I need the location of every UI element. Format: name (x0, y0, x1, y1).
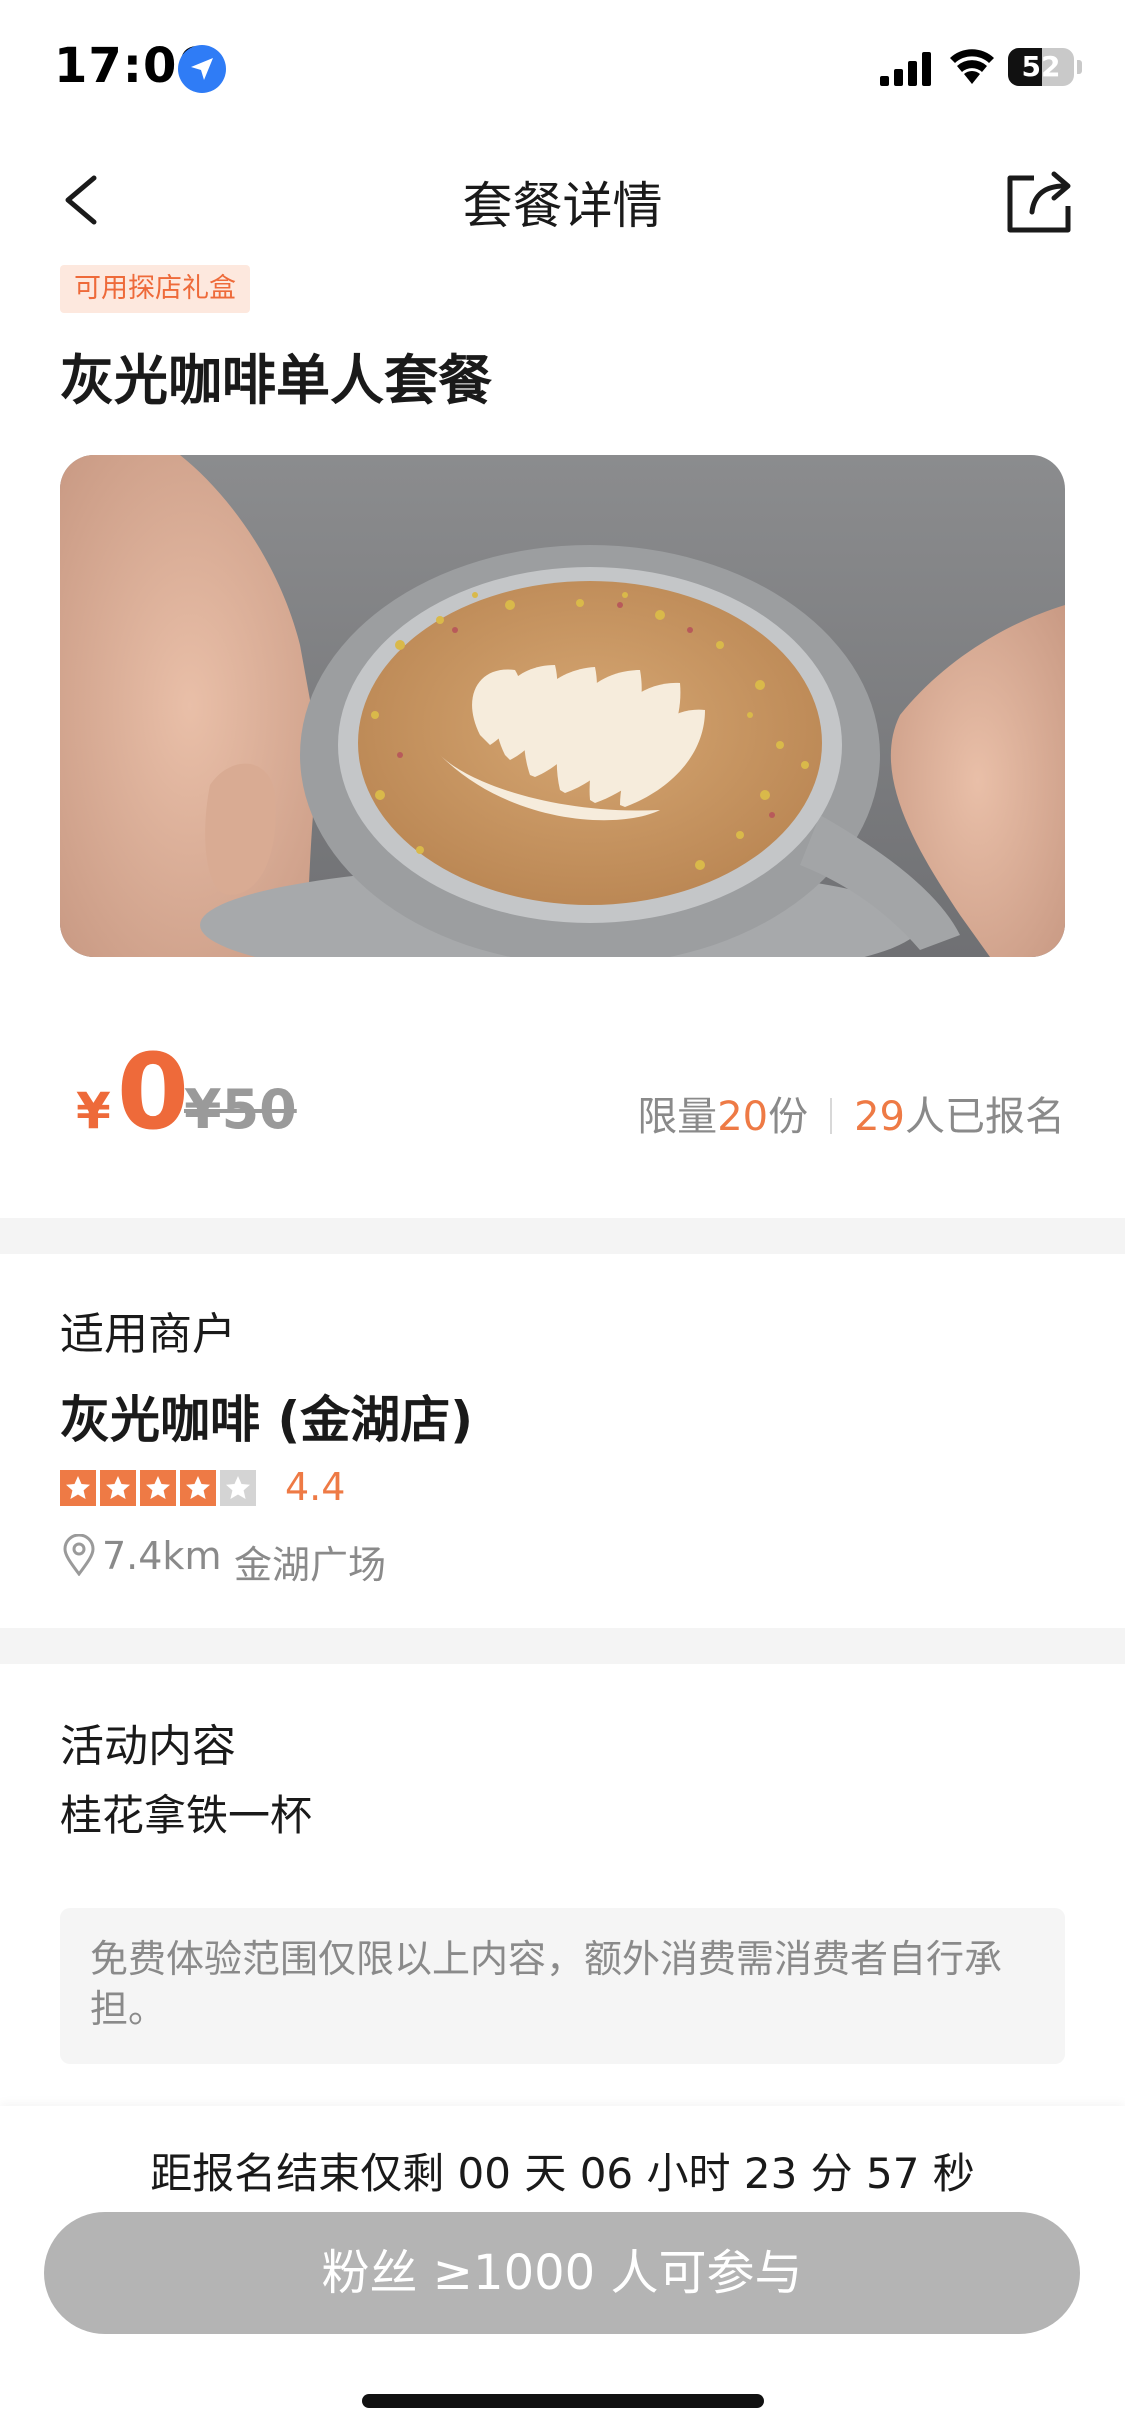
limit-unit: 份 (768, 1094, 809, 1140)
signup-suffix: 人已报名 (905, 1094, 1065, 1140)
merchant-area: 金湖广场 (234, 1543, 387, 1587)
home-indicator[interactable] (362, 2394, 764, 2408)
star-icon (60, 1470, 96, 1506)
page: 17:06 52 套餐详情 可用探店礼盒 灰光咖啡单人套餐 ¥0 ¥50 限量2… (0, 0, 1125, 2436)
share-icon (1007, 171, 1071, 233)
product-photo[interactable] (60, 455, 1065, 957)
star-icon (180, 1470, 216, 1506)
current-price-value: 0 (116, 1031, 190, 1153)
notice-box: 免费体验范围仅限以上内容，额外消费需消费者自行承担。 (60, 1908, 1065, 2064)
original-price: ¥50 (184, 1078, 297, 1141)
star-icon (220, 1470, 256, 1506)
activity-section-label: 活动内容 (60, 1721, 236, 1772)
quota-info: 限量20份 29人已报名 (637, 1084, 1065, 1142)
activity-content: 桂花拿铁一杯 (60, 1791, 313, 1840)
map-pin-icon (63, 1534, 95, 1576)
gift-box-tag: 可用探店礼盒 (60, 265, 250, 313)
rating-score: 4.4 (285, 1465, 346, 1509)
location-arrow-icon (178, 45, 226, 93)
signup-count: 29 (854, 1094, 905, 1140)
package-title: 灰光咖啡单人套餐 (60, 349, 492, 412)
countdown-text: 距报名结束仅剩 00 天 06 小时 23 分 57 秒 (150, 2149, 975, 2198)
distance: 7.4km (102, 1534, 222, 1578)
share-button[interactable] (1004, 160, 1076, 236)
star-icon (140, 1470, 176, 1506)
signal-icon (880, 52, 931, 86)
quota-separator (830, 1098, 833, 1134)
status-bar: 17:06 52 (0, 0, 1125, 135)
wifi-icon (950, 49, 994, 84)
merchant-name[interactable]: 灰光咖啡 (金湖店) (60, 1380, 473, 1452)
battery-cap (1077, 60, 1082, 74)
currency-symbol: ¥ (76, 1082, 111, 1140)
section-divider (0, 1628, 1125, 1664)
page-title: 套餐详情 (462, 177, 663, 235)
battery-percent: 52 (1021, 50, 1061, 83)
star-rating (60, 1470, 256, 1506)
battery-icon: 52 (1008, 48, 1074, 86)
current-price: ¥0 (76, 1040, 189, 1144)
limit-count: 20 (717, 1094, 769, 1140)
merchant-section-label: 适用商户 (60, 1309, 236, 1360)
star-icon (100, 1470, 136, 1506)
join-button[interactable]: 粉丝 ≥1000 人可参与 (44, 2212, 1080, 2334)
limit-prefix: 限量 (637, 1094, 718, 1140)
section-divider (0, 1218, 1125, 1254)
